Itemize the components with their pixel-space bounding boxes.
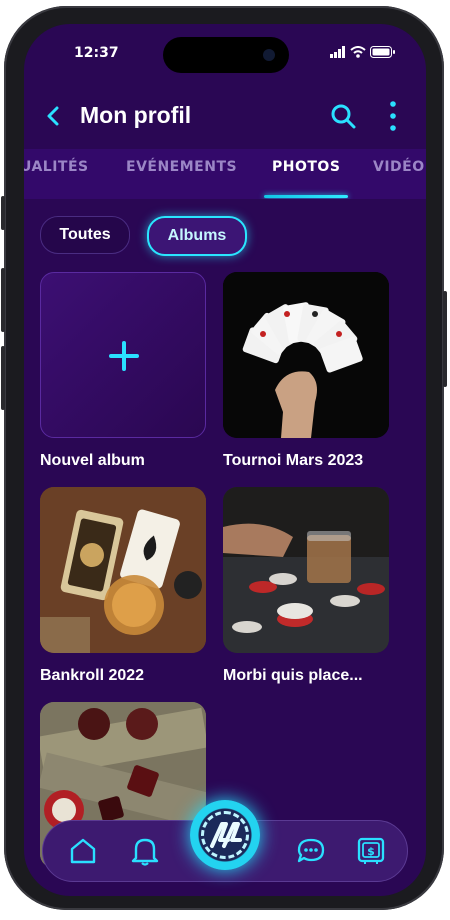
- page-title: Mon profil: [80, 102, 192, 128]
- svg-text:$: $: [367, 845, 375, 858]
- mute-switch: [1, 196, 5, 230]
- tab-videos[interactable]: VIDÉO: [373, 159, 425, 175]
- status-bar: 12:37: [24, 24, 426, 84]
- tab-actualites[interactable]: UALITÉS: [24, 159, 89, 175]
- home-icon[interactable]: [69, 837, 97, 865]
- album-label: Bankroll 2022: [40, 667, 145, 684]
- back-arrow-icon[interactable]: [42, 104, 66, 128]
- dynamic-island: [163, 37, 289, 73]
- new-album-tile[interactable]: [40, 272, 206, 438]
- filter-all-chip[interactable]: Toutes: [40, 216, 130, 254]
- battery-icon: [370, 46, 395, 58]
- volume-down-button: [1, 346, 5, 410]
- more-options-icon[interactable]: [388, 100, 398, 132]
- bell-icon[interactable]: [131, 836, 159, 866]
- album-thumbnail-tournoi[interactable]: [223, 272, 389, 438]
- wallet-icon[interactable]: $: [357, 836, 385, 866]
- wifi-icon: [350, 46, 366, 58]
- app-screen: 12:37 Mon profil UALITÉS EVÉNEMENTS PHOT…: [24, 24, 426, 896]
- album-thumbnail-bankroll[interactable]: [40, 487, 206, 653]
- poker-chip-logo-icon: [210, 822, 242, 848]
- power-button: [443, 291, 447, 387]
- chat-icon[interactable]: [297, 837, 325, 865]
- tab-photos[interactable]: PHOTOS: [272, 159, 340, 175]
- cellular-signal-icon: [330, 46, 345, 58]
- status-time: 12:37: [74, 45, 119, 61]
- search-icon[interactable]: [330, 103, 356, 129]
- active-tab-indicator: [264, 195, 348, 198]
- camera-icon: [263, 49, 275, 61]
- album-label: Tournoi Mars 2023: [223, 452, 364, 469]
- filter-albums-chip[interactable]: Albums: [147, 216, 247, 256]
- volume-up-button: [1, 268, 5, 332]
- cards-whisky-image: [40, 487, 206, 653]
- center-logo-button[interactable]: [190, 800, 260, 870]
- album-label: Nouvel album: [40, 452, 145, 469]
- album-thumbnail-morbi[interactable]: [223, 487, 389, 653]
- poker-table-image: [223, 487, 389, 653]
- playing-cards-hand-image: [223, 272, 389, 438]
- tab-evenements[interactable]: EVÉNEMENTS: [126, 159, 237, 175]
- profile-tabs: UALITÉS EVÉNEMENTS PHOTOS VIDÉO: [24, 149, 426, 199]
- album-label: Morbi quis place...: [223, 667, 363, 684]
- plus-icon: [109, 341, 139, 371]
- app-header: Mon profil: [24, 94, 426, 144]
